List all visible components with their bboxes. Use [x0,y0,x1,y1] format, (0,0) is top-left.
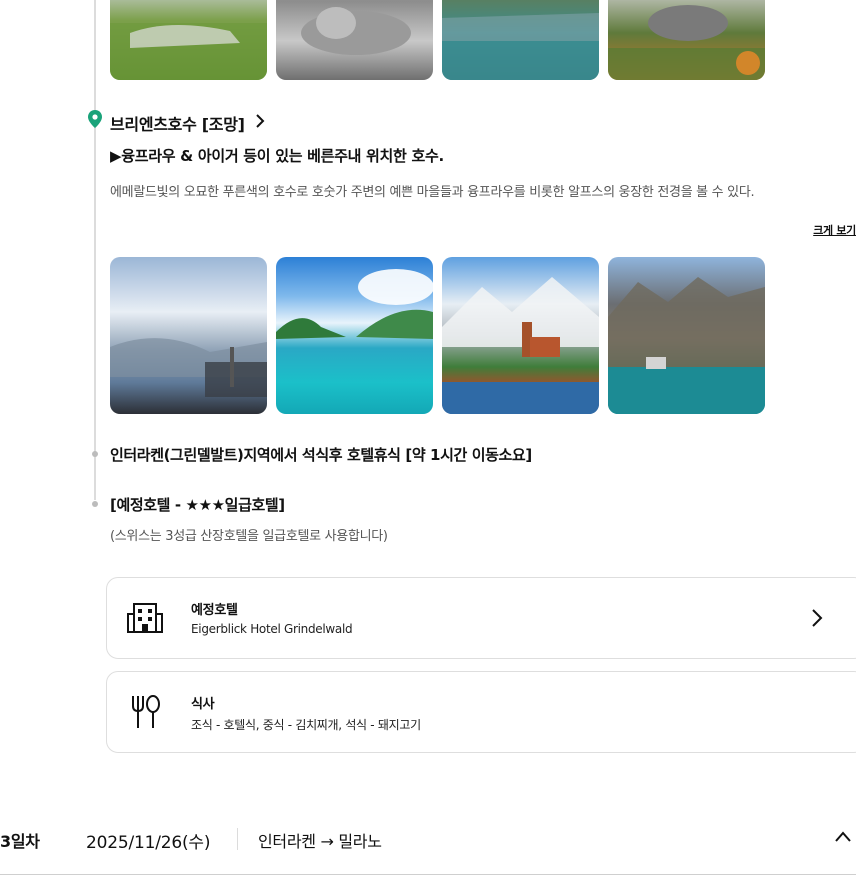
gallery-photo[interactable] [608,0,765,80]
hotel-card[interactable]: 예정호텔 Eigerblick Hotel Grindelwald [106,577,856,659]
day-label: 3일차 [0,832,40,851]
timeline-dot [92,451,98,457]
chevron-right-icon [255,113,265,133]
chevron-up-icon[interactable] [834,830,852,844]
gallery-photo[interactable] [110,257,267,414]
big-view-link[interactable]: 크게 보기 [813,222,856,238]
poi-title: 브리엔츠호수 [조망] [110,115,245,134]
divider [0,874,856,875]
fork-spoon-icon [132,695,160,728]
gallery-photo[interactable] [276,0,433,80]
gallery-photo[interactable] [442,257,599,414]
poi-highlight: ▶융프라우 & 아이거 등이 있는 베른주내 위치한 호수. [110,147,444,165]
hotel-grade-note: (스위스는 3성급 산장호텔을 일급호텔로 사용합니다) [110,529,388,544]
move-description: 인터라켄(그린델발트)지역에서 석식후 호텔휴식 [약 1시간 이동소요] [110,446,532,464]
meal-details: 조식 - 호텔식, 중식 - 김치찌개, 석식 - 돼지고기 [191,718,421,732]
gallery-photo[interactable] [110,0,267,80]
day-date: 2025/11/26(수) [86,833,211,853]
building-icon [127,603,163,633]
chevron-right-icon[interactable] [811,608,823,628]
photo-gallery-top [110,0,765,80]
photo-gallery [110,257,765,414]
timeline-line [94,0,96,500]
divider [237,828,238,850]
hotel-grade-label: [예정호텔 - ★★★일급호텔] [110,496,285,514]
map-pin-icon [88,110,102,128]
hotel-name: Eigerblick Hotel Grindelwald [191,622,353,636]
poi-title-link[interactable]: 브리엔츠호수 [조망] [110,111,265,135]
day-header[interactable]: 3일차 2025/11/26(수) 인터라켄 → 밀라노 [0,812,856,872]
meal-card: 식사 조식 - 호텔식, 중식 - 김치찌개, 석식 - 돼지고기 [106,671,856,753]
poi-description: 에메랄드빛의 오묘한 푸른색의 호수로 호숫가 주변의 예쁜 마을들과 융프라우… [110,185,755,200]
day-route: 인터라켄 → 밀라노 [258,832,382,851]
gallery-photo[interactable] [442,0,599,80]
timeline-dot [92,501,98,507]
gallery-photo[interactable] [276,257,433,414]
gallery-photo[interactable] [608,257,765,414]
hotel-card-title: 예정호텔 [191,603,238,618]
meal-card-title: 식사 [191,697,215,712]
